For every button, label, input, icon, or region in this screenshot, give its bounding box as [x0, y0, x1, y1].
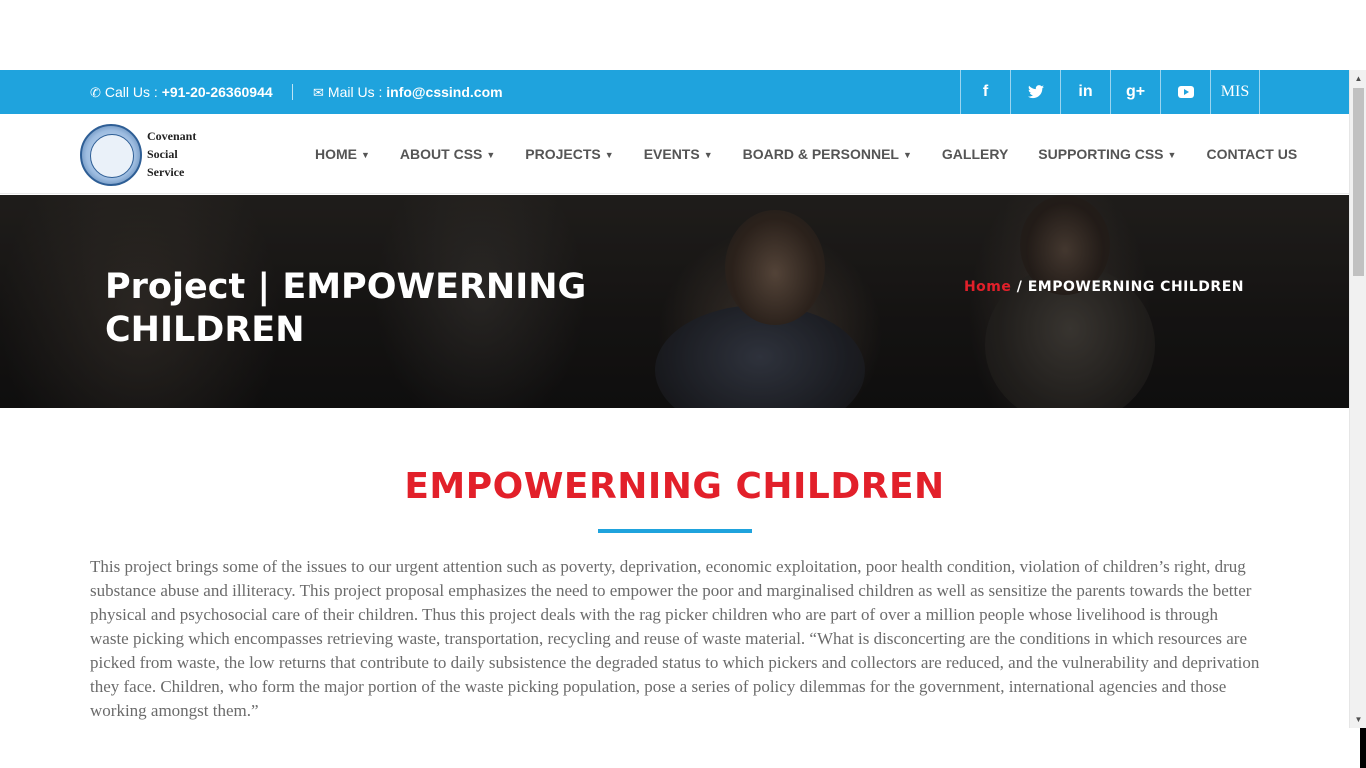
breadcrumb-separator: /: [1011, 279, 1028, 295]
call-label: Call Us :: [104, 84, 162, 100]
youtube-icon[interactable]: [1160, 70, 1210, 114]
social-links: f in g+ MIS: [960, 70, 1260, 114]
top-blank-area: [0, 0, 1366, 70]
mail-us[interactable]: ✉ Mail Us : info@cssind.com: [313, 70, 503, 114]
envelope-icon: ✉: [313, 85, 324, 100]
main-navbar: Covenant Social Service HOME ▼ ABOUT CSS ▼…: [0, 114, 1349, 194]
nav-projects[interactable]: PROJECTS ▼: [525, 146, 613, 162]
nav-about-css[interactable]: ABOUT CSS ▼: [400, 146, 495, 162]
nav-contact-label: CONTACT US: [1206, 146, 1298, 162]
linkedin-icon[interactable]: in: [1060, 70, 1110, 114]
main-menu: HOME ▼ ABOUT CSS ▼ PROJECTS ▼ EVENTS ▼ BOARD…: [315, 114, 1297, 194]
logo-line-1: Covenant: [147, 129, 197, 143]
caret-down-icon: ▼: [486, 150, 496, 160]
nav-gallery[interactable]: GALLERY: [942, 146, 1008, 162]
caret-down-icon: ▼: [902, 150, 912, 160]
nav-home-label: HOME: [315, 146, 357, 162]
logo-line-2: Social: [147, 147, 178, 161]
caret-down-icon: ▼: [703, 150, 713, 160]
nav-board-label: BOARD & PERSONNEL: [742, 146, 899, 162]
nav-board-personnel[interactable]: BOARD & PERSONNEL ▼: [743, 146, 912, 162]
mail-label: Mail Us :: [327, 84, 387, 100]
hero-banner: Project | EMPOWERNING CHILDREN Home / EM…: [0, 195, 1349, 408]
nav-projects-label: PROJECTS: [525, 146, 601, 162]
breadcrumb-home-link[interactable]: Home: [964, 279, 1011, 295]
nav-contact-us[interactable]: CONTACT US: [1206, 146, 1297, 162]
call-us[interactable]: ✆ Call Us : +91-20-26360944: [90, 70, 273, 114]
caret-down-icon: ▼: [361, 150, 370, 160]
logo-line-3: Service: [147, 165, 185, 179]
mis-link[interactable]: MIS: [1210, 70, 1260, 114]
youtube-play-glyph: [1177, 86, 1194, 98]
scroll-down-arrow-icon[interactable]: ▼: [1350, 711, 1366, 728]
email-address[interactable]: info@cssind.com: [386, 84, 502, 100]
scrollbar-thumb[interactable]: [1353, 88, 1364, 276]
caret-down-icon: ▼: [604, 150, 614, 160]
phone-number[interactable]: +91-20-26360944: [162, 84, 273, 100]
top-contact-bar: ✆ Call Us : +91-20-26360944 ✉ Mail Us : in…: [0, 70, 1349, 114]
google-plus-icon[interactable]: g+: [1110, 70, 1160, 114]
breadcrumb: Home / EMPOWERNING CHILDREN: [964, 279, 1244, 295]
contact-divider: [292, 84, 293, 100]
page-title: Project | EMPOWERNING CHILDREN: [105, 267, 587, 350]
facebook-icon[interactable]: f: [960, 70, 1010, 114]
nav-events-label: EVENTS: [643, 146, 700, 162]
nav-events[interactable]: EVENTS ▼: [644, 146, 713, 162]
breadcrumb-current: EMPOWERNING CHILDREN: [1027, 279, 1244, 295]
nav-gallery-label: GALLERY: [941, 146, 1009, 162]
phone-icon: ✆: [90, 85, 101, 100]
logo-emblem: [80, 124, 142, 186]
logo-text: Covenant Social Service: [147, 127, 196, 181]
twitter-bird-glyph: [1027, 85, 1044, 99]
page-scrollbar[interactable]: ▲ ▼: [1349, 70, 1366, 728]
caret-down-icon: ▼: [1167, 150, 1177, 160]
window-edge: [1360, 728, 1366, 768]
nav-about-label: ABOUT CSS: [399, 146, 483, 162]
heading-divider: [598, 529, 752, 533]
twitter-icon[interactable]: [1010, 70, 1060, 114]
site-logo[interactable]: Covenant Social Service: [80, 120, 210, 186]
project-description: This project brings some of the issues t…: [90, 557, 1260, 720]
section-heading: EMPOWERNING CHILDREN: [404, 466, 945, 507]
scroll-up-arrow-icon[interactable]: ▲: [1350, 70, 1366, 87]
nav-supporting-label: SUPPORTING CSS: [1038, 146, 1164, 162]
nav-home[interactable]: HOME ▼: [315, 146, 370, 162]
nav-supporting-css[interactable]: SUPPORTING CSS ▼: [1038, 146, 1176, 162]
